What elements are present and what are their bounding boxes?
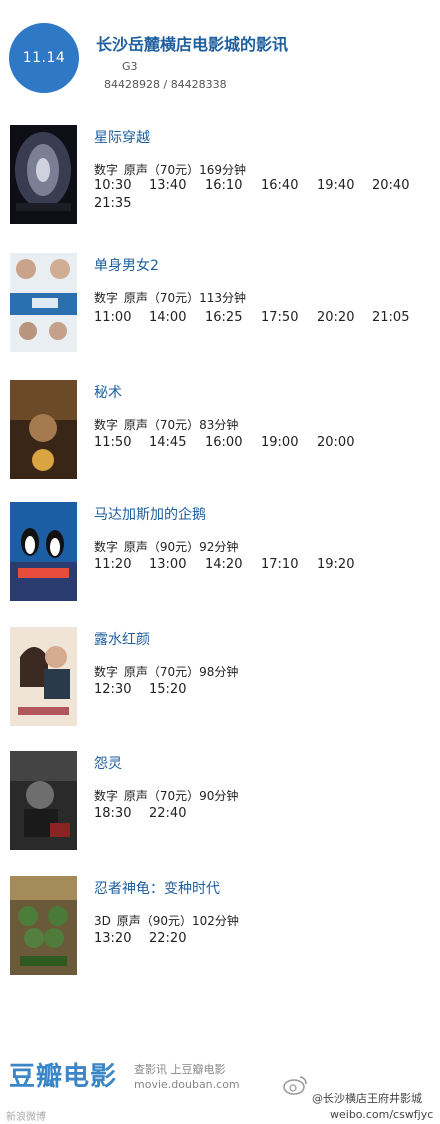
- movie-item-yuanling[interactable]: 怨灵 数字 原声（70元）90分钟 18:30 22:40: [0, 751, 440, 861]
- movie-title[interactable]: 星际穿越: [94, 127, 150, 147]
- movie-item-finding-mr-right-2[interactable]: 单身男女2 数字 原声（70元）113分钟 11:00 14:00 16:25 …: [0, 253, 440, 363]
- weibo-icon: [283, 1076, 307, 1095]
- showtime[interactable]: 14:45: [149, 435, 186, 450]
- movie-title[interactable]: 秘术: [94, 382, 122, 402]
- showtime[interactable]: 11:50: [94, 435, 131, 450]
- footer: 豆瓣电影 查影讯 上豆瓣电影 movie.douban.com @长沙横店王府井…: [0, 1030, 440, 1124]
- showtime[interactable]: 20:00: [317, 435, 354, 450]
- weibo-url-watermark: weibo.com/cswfjyc: [330, 1108, 434, 1121]
- movie-title[interactable]: 马达加斯加的企鹅: [94, 504, 206, 524]
- showtime[interactable]: 11:20: [94, 557, 131, 572]
- movie-info: 3D 原声（90元）102分钟: [94, 914, 239, 928]
- showtime[interactable]: 14:20: [205, 557, 242, 572]
- movie-title[interactable]: 露水红颜: [94, 629, 150, 649]
- movie-info: 数字 原声（70元）169分钟: [94, 163, 246, 177]
- showtime[interactable]: 16:40: [261, 178, 298, 193]
- movie-item-lushui-hongyan[interactable]: 露水红颜 数字 原声（70元）98分钟 12:30 15:20: [0, 627, 440, 737]
- movie-poster[interactable]: [10, 502, 77, 601]
- showtime[interactable]: 19:00: [261, 435, 298, 450]
- movie-info: 数字 原声（70元）98分钟: [94, 665, 239, 679]
- showtime[interactable]: 13:00: [149, 557, 186, 572]
- showtime[interactable]: 18:30: [94, 806, 131, 821]
- showtime[interactable]: 19:40: [317, 178, 354, 193]
- movie-poster[interactable]: [10, 253, 77, 352]
- showtime[interactable]: 15:20: [149, 682, 186, 697]
- movie-title[interactable]: 忍者神龟：变种时代: [94, 878, 220, 898]
- movie-title[interactable]: 单身男女2: [94, 255, 159, 275]
- cinema-title[interactable]: 长沙岳麓横店电影城的影讯: [96, 31, 288, 55]
- showtime[interactable]: 21:05: [372, 310, 409, 325]
- showtime[interactable]: 20:40: [372, 178, 409, 193]
- movie-poster[interactable]: [10, 751, 77, 850]
- movie-item-tmnt[interactable]: 忍者神龟：变种时代 3D 原声（90元）102分钟 13:20 22:20: [0, 876, 440, 986]
- showtime[interactable]: 22:20: [149, 931, 186, 946]
- showtime[interactable]: 16:25: [205, 310, 242, 325]
- movie-info: 数字 原声（70元）90分钟: [94, 789, 239, 803]
- cinema-phone: 84428928 / 84428338: [104, 78, 227, 91]
- showtime[interactable]: 13:20: [94, 931, 131, 946]
- showtime[interactable]: 11:00: [94, 310, 131, 325]
- movie-poster[interactable]: [10, 627, 77, 726]
- showtime[interactable]: 22:40: [149, 806, 186, 821]
- showtime[interactable]: 10:30: [94, 178, 131, 193]
- showtime[interactable]: 17:50: [261, 310, 298, 325]
- douban-slogan: 查影讯 上豆瓣电影: [134, 1063, 226, 1076]
- movie-info: 数字 原声（70元）83分钟: [94, 418, 239, 432]
- showtime[interactable]: 20:20: [317, 310, 354, 325]
- date-badge: 11.14: [9, 23, 79, 93]
- showtime[interactable]: 12:30: [94, 682, 131, 697]
- weibo-handle-watermark: @长沙横店王府井影城: [312, 1092, 422, 1105]
- movie-info: 数字 原声（90元）92分钟: [94, 540, 239, 554]
- showtime[interactable]: 19:20: [317, 557, 354, 572]
- cinema-header: 11.14 长沙岳麓横店电影城的影讯 G3 84428928 / 8442833…: [0, 0, 440, 110]
- showtime[interactable]: 13:40: [149, 178, 186, 193]
- douban-url-link[interactable]: movie.douban.com: [134, 1078, 240, 1091]
- movie-item-interstellar[interactable]: 星际穿越 数字 原声（70元）169分钟 10:30 13:40 16:10 1…: [0, 125, 440, 235]
- showtime[interactable]: 16:10: [205, 178, 242, 193]
- movie-poster[interactable]: [10, 876, 77, 975]
- weibo-corner-watermark: 新浪微博: [6, 1112, 46, 1123]
- movie-item-mishu[interactable]: 秘术 数字 原声（70元）83分钟 11:50 14:45 16:00 19:0…: [0, 380, 440, 490]
- movie-info: 数字 原声（70元）113分钟: [94, 291, 246, 305]
- movie-poster[interactable]: [10, 380, 77, 479]
- showtime[interactable]: 17:10: [261, 557, 298, 572]
- cinema-hall: G3: [122, 60, 138, 73]
- douban-movie-logo[interactable]: 豆瓣电影: [9, 1056, 117, 1093]
- movie-poster[interactable]: [10, 125, 77, 224]
- showtime[interactable]: 16:00: [205, 435, 242, 450]
- movie-title[interactable]: 怨灵: [94, 753, 122, 773]
- showtime[interactable]: 14:00: [149, 310, 186, 325]
- movie-item-penguins-of-madagascar[interactable]: 马达加斯加的企鹅 数字 原声（90元）92分钟 11:20 13:00 14:2…: [0, 502, 440, 612]
- showtime[interactable]: 21:35: [94, 196, 131, 211]
